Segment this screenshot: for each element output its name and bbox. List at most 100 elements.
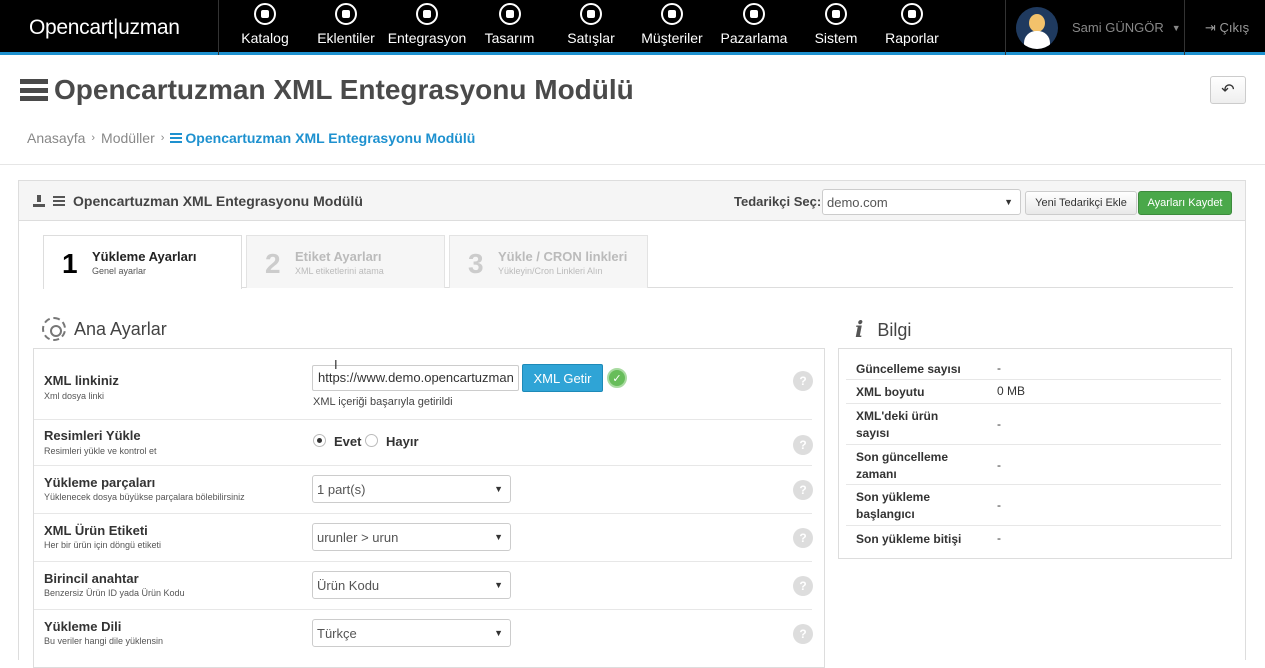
info-title-text: Bilgi	[877, 319, 912, 340]
nav-item-musteriler[interactable]: Müşteriler	[630, 0, 714, 55]
check-icon: ✓	[607, 368, 627, 388]
xml-link-input[interactable]: https://www.demo.opencartuzman	[312, 365, 519, 391]
help-icon[interactable]: ?	[793, 624, 813, 644]
nav-item-sistem[interactable]: Sistem	[794, 0, 878, 55]
list-icon	[20, 79, 48, 101]
parts-label: Yükleme parçaları	[44, 475, 156, 490]
language-value: Türkçe	[317, 625, 357, 641]
tab-step-2[interactable]: 2 Etiket Ayarları XML etiketlerini atama	[246, 235, 445, 288]
module-panel: Opencartuzman XML Entegrasyonu Modülü Te…	[18, 180, 1246, 668]
divider	[0, 164, 1265, 165]
dropdown-arrow-icon: ▼	[494, 628, 503, 638]
row-product-tag: XML Ürün Etiketi Her bir ürün için döngü…	[34, 514, 813, 562]
images-yes-radio[interactable]	[313, 434, 326, 447]
nav-item-satislar[interactable]: Satışlar	[552, 0, 630, 55]
breadcrumb-separator: ›	[160, 132, 165, 144]
step-tabs: 1 Yükleme Ayarları Genel ayarlar 2 Etike…	[43, 235, 1233, 289]
tab-step-1[interactable]: 1 Yükleme Ayarları Genel ayarlar	[43, 235, 242, 289]
tab-step-3[interactable]: 3 Yükle / CRON linkleri Yükleyin/Cron Li…	[449, 235, 648, 288]
brand-logo[interactable]: Opencart|uzman	[0, 0, 219, 55]
panel-title: Opencartuzman XML Entegrasyonu Modülü	[33, 193, 363, 209]
supplier-select[interactable]: demo.com ▼	[822, 189, 1021, 215]
language-hint: Bu veriler hangi dile yüklensin	[44, 636, 164, 646]
breadcrumb-separator: ›	[91, 132, 96, 144]
parts-select[interactable]: 1 part(s) ▼	[312, 475, 511, 503]
language-select[interactable]: Türkçe ▼	[312, 619, 511, 647]
help-icon[interactable]: ?	[793, 371, 813, 391]
puzzle-icon	[335, 3, 357, 25]
step-title: Yükle / CRON linkleri	[498, 249, 628, 264]
breadcrumb-current[interactable]: Opencartuzman XML Entegrasyonu Modülü	[170, 130, 475, 146]
settings-form: XML linkiniz Xml dosya linki https://www…	[33, 348, 825, 668]
nav-item-tasarim[interactable]: Tasarım	[467, 0, 552, 55]
top-navbar: Opencart|uzman Katalog Eklentiler Entegr…	[0, 0, 1265, 55]
info-icon: i	[855, 317, 864, 343]
breadcrumb: Anasayfa › Modüller › Opencartuzman XML …	[27, 130, 475, 146]
info-row: XML'deki ürün sayısı -	[846, 404, 1221, 445]
help-icon[interactable]: ?	[793, 435, 813, 455]
help-icon[interactable]: ?	[793, 480, 813, 500]
nav-item-pazarlama[interactable]: Pazarlama	[714, 0, 794, 55]
xml-link-label: XML linkiniz	[44, 373, 119, 388]
row-language: Yükleme Dili Bu veriler hangi dile yükle…	[34, 610, 813, 658]
user-name: Sami GÜNGÖR	[1072, 20, 1164, 35]
nav-item-eklentiler[interactable]: Eklentiler	[305, 0, 387, 55]
info-key: Güncelleme sayısı	[856, 362, 961, 376]
nav-label: Pazarlama	[720, 30, 788, 46]
primary-key-select[interactable]: Ürün Kodu ▼	[312, 571, 511, 599]
images-no-radio[interactable]	[365, 434, 378, 447]
step-subtitle: XML etiketlerini atama	[295, 266, 384, 276]
save-settings-button[interactable]: Ayarları Kaydet	[1138, 191, 1232, 215]
nav-item-raporlar[interactable]: Raporlar	[878, 0, 946, 55]
info-key: Son güncelleme zamanı	[856, 450, 949, 481]
nav-item-entegrasyon[interactable]: Entegrasyon	[387, 0, 467, 55]
fetch-success-message: XML içeriği başarıyla getirildi	[313, 396, 453, 408]
product-tag-hint: Her bir ürün için döngü etiketi	[44, 540, 162, 550]
primary-key-value: Ürün Kodu	[317, 577, 380, 593]
nav-label: Sistem	[814, 30, 858, 46]
main-settings-title-text: Ana Ayarlar	[74, 318, 167, 339]
images-yes-label: Evet	[334, 434, 362, 449]
info-table: Güncelleme sayısı - XML boyutu 0 MB XML'…	[838, 348, 1232, 559]
back-button[interactable]: ↶	[1210, 76, 1246, 104]
info-key: XML boyutu	[856, 385, 925, 399]
images-no-label: Hayır	[386, 434, 419, 449]
user-menu[interactable]: Sami GÜNGÖR ▼	[1005, 0, 1185, 55]
info-value: -	[997, 458, 1001, 472]
main-nav: Katalog Eklentiler Entegrasyon Tasarım S…	[225, 0, 946, 55]
help-icon[interactable]: ?	[793, 576, 813, 596]
gear-icon	[42, 317, 66, 341]
panel-title-text: Opencartuzman XML Entegrasyonu Modülü	[73, 193, 363, 209]
breadcrumb-home[interactable]: Anasayfa	[27, 130, 85, 146]
add-supplier-button[interactable]: Yeni Tedarikçi Ekle	[1025, 191, 1137, 215]
product-tag-label: XML Ürün Etiketi	[44, 523, 148, 538]
images-hint: Resimleri yükle ve kontrol et	[44, 446, 157, 456]
reply-icon: ↶	[1221, 82, 1235, 99]
step-title: Etiket Ayarları	[295, 249, 382, 264]
breadcrumb-modules[interactable]: Modüller	[101, 130, 155, 146]
fetch-xml-button[interactable]: XML Getir	[522, 364, 603, 392]
logout-link[interactable]: ⇥ Çıkış	[1205, 0, 1249, 55]
text-cursor-icon: I	[334, 357, 338, 372]
monitor-icon	[498, 3, 521, 25]
step-subtitle: Genel ayarlar	[92, 266, 147, 276]
bar-chart-icon	[901, 3, 923, 25]
info-row: Son yükleme bitişi -	[846, 526, 1221, 552]
nav-label: Katalog	[241, 30, 289, 46]
product-tag-select[interactable]: urunler > urun ▼	[312, 523, 511, 551]
language-label: Yükleme Dili	[44, 619, 122, 634]
nav-label: Raporlar	[885, 30, 939, 46]
user-icon	[661, 3, 683, 25]
step-number: 1	[62, 248, 78, 279]
step-number: 3	[468, 248, 484, 279]
panel-heading: Opencartuzman XML Entegrasyonu Modülü Te…	[19, 181, 1245, 221]
step-number: 2	[265, 248, 281, 279]
nav-item-katalog[interactable]: Katalog	[225, 0, 305, 55]
info-value: 0 MB	[997, 384, 1026, 398]
nav-label: Müşteriler	[641, 30, 703, 46]
help-icon[interactable]: ?	[793, 528, 813, 548]
nav-label: Eklentiler	[317, 30, 375, 46]
main-settings-title: Ana Ayarlar	[42, 317, 167, 341]
info-row: XML boyutu 0 MB	[846, 380, 1221, 404]
dropdown-arrow-icon: ▼	[494, 484, 503, 494]
